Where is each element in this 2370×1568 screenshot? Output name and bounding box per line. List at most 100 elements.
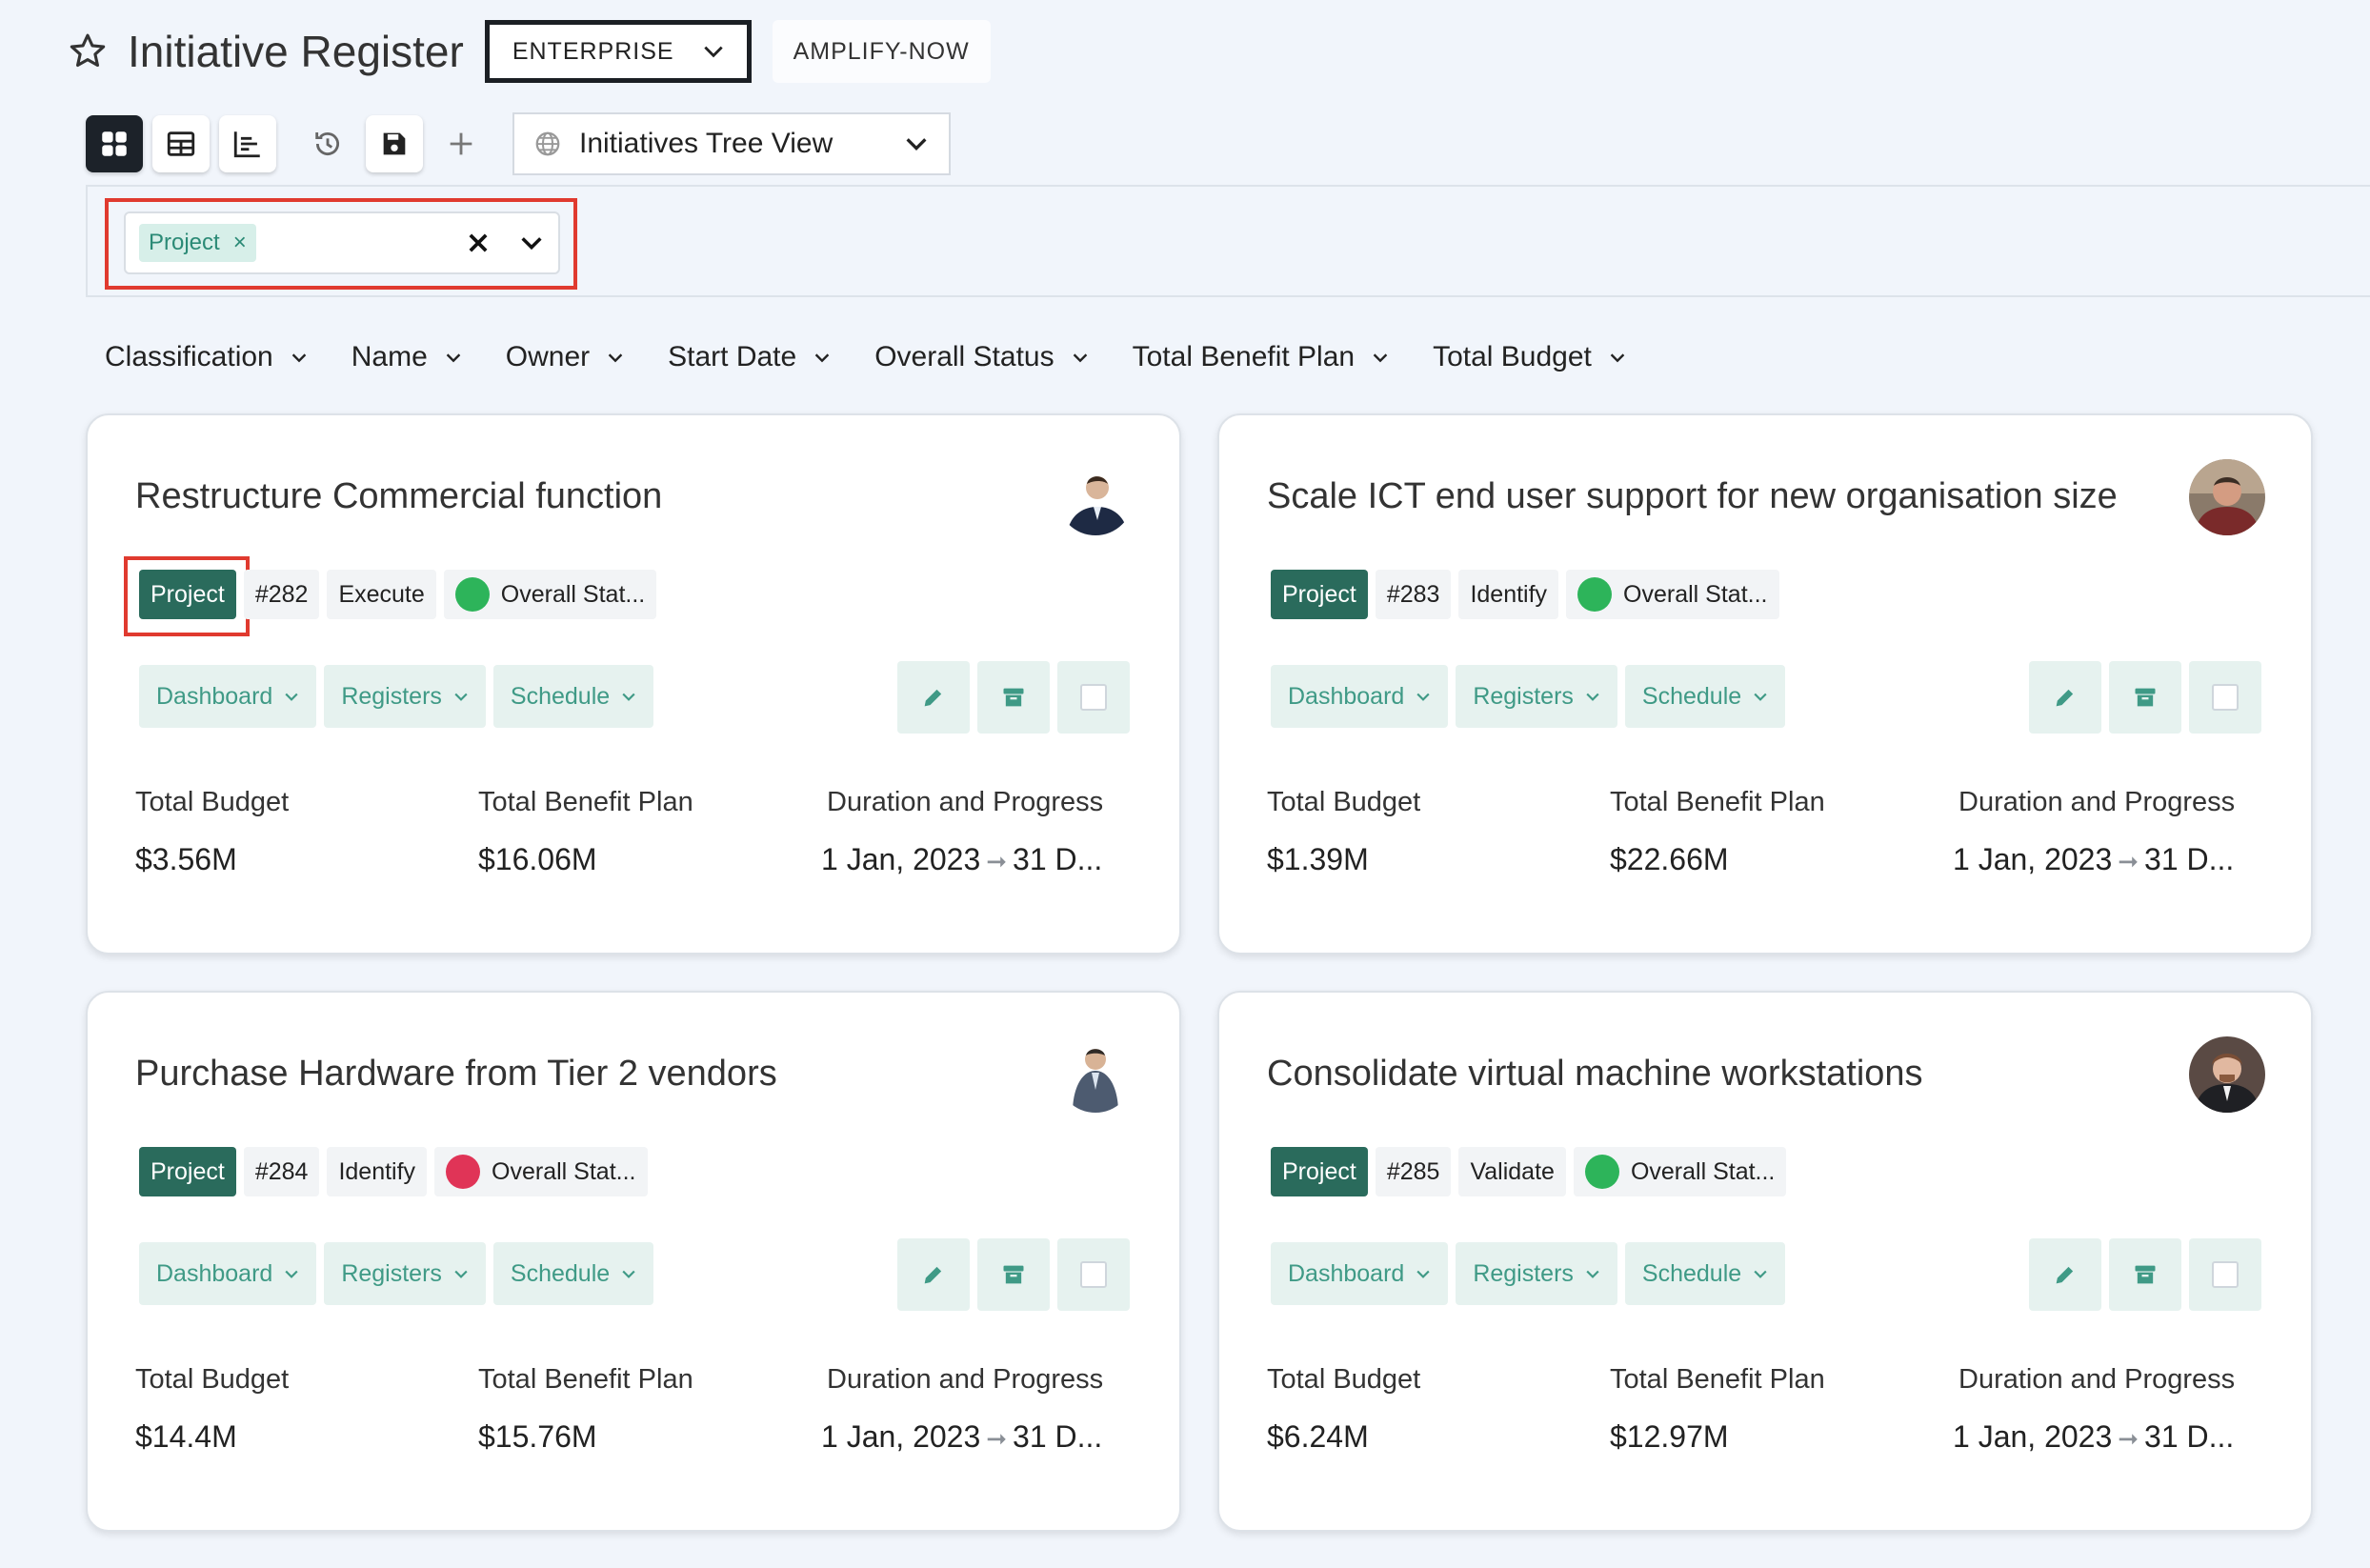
sort-total-benefit-plan[interactable]: Total Benefit Plan xyxy=(1133,341,1391,373)
owner-avatar[interactable] xyxy=(2189,1036,2265,1113)
card-title[interactable]: Scale ICT end user support for new organ… xyxy=(1267,476,2118,517)
schedule-label: Schedule xyxy=(1641,682,1742,710)
chevron-down-icon xyxy=(1073,353,1087,363)
duration-label: Duration and Progress xyxy=(1958,1364,2236,1395)
select-checkbox[interactable] xyxy=(2212,1261,2239,1288)
registers-button[interactable]: Registers xyxy=(324,1242,486,1305)
select-checkbox[interactable] xyxy=(1080,684,1107,711)
schedule-label: Schedule xyxy=(510,1259,611,1287)
classification-filter[interactable]: Project × xyxy=(124,211,560,274)
status-dot xyxy=(1584,1155,1619,1189)
initiative-card[interactable]: Scale ICT end user support for new organ… xyxy=(1217,413,2313,955)
save-view-button[interactable] xyxy=(366,115,423,172)
registers-label: Registers xyxy=(1473,1259,1574,1287)
dashboard-button[interactable]: Dashboard xyxy=(1271,665,1449,728)
chevron-down-icon xyxy=(608,353,623,363)
arrow-right-icon: ➞ xyxy=(986,1424,1008,1453)
edit-button[interactable] xyxy=(897,1238,970,1311)
chip-remove-icon[interactable]: × xyxy=(233,230,247,256)
chevron-down-icon xyxy=(1416,693,1430,701)
globe-icon xyxy=(535,131,560,156)
dashboard-button[interactable]: Dashboard xyxy=(139,665,317,728)
avatar-image xyxy=(2189,1036,2265,1113)
avatar-image xyxy=(2189,459,2265,535)
duration-value: 1 Jan, 2023 ➞ 31 D... xyxy=(821,1419,1102,1455)
owner-avatar[interactable] xyxy=(1057,1036,1134,1113)
stage-badge: Execute xyxy=(327,570,436,619)
sort-name[interactable]: Name xyxy=(351,341,464,373)
history-icon xyxy=(315,131,339,156)
initiative-card[interactable]: Restructure Commercial function Project … xyxy=(86,413,1181,955)
chevron-down-icon xyxy=(814,353,830,363)
schedule-button[interactable]: Schedule xyxy=(492,1242,654,1305)
sort-start-date[interactable]: Start Date xyxy=(668,341,833,373)
sort-owner[interactable]: Owner xyxy=(506,341,626,373)
grid-view-button[interactable] xyxy=(86,115,143,172)
select-checkbox[interactable] xyxy=(1080,1261,1107,1288)
owner-avatar[interactable] xyxy=(1057,459,1134,535)
end-date: 31 D... xyxy=(2144,1419,2235,1454)
schedule-button[interactable]: Schedule xyxy=(1624,1242,1786,1305)
card-title[interactable]: Purchase Hardware from Tier 2 vendors xyxy=(135,1054,777,1095)
archive-button[interactable] xyxy=(977,1238,1050,1311)
duration-label: Duration and Progress xyxy=(827,1364,1104,1395)
card-title[interactable]: Consolidate virtual machine workstations xyxy=(1267,1054,1923,1095)
archive-button[interactable] xyxy=(2109,1238,2181,1311)
schedule-button[interactable]: Schedule xyxy=(1624,665,1786,728)
workspace-tab-amplify[interactable]: AMPLIFY-NOW xyxy=(772,20,991,83)
select-checkbox[interactable] xyxy=(2212,684,2239,711)
registers-label: Registers xyxy=(341,682,442,710)
registers-button[interactable]: Registers xyxy=(1456,1242,1617,1305)
grid-icon xyxy=(102,131,127,156)
chevron-down-icon xyxy=(285,1270,298,1278)
type-badge: Project xyxy=(139,1147,236,1196)
total-benefit-value: $22.66M xyxy=(1610,842,1729,876)
schedule-button[interactable]: Schedule xyxy=(492,665,654,728)
id-badge: #284 xyxy=(243,1147,320,1196)
sort-total-budget[interactable]: Total Budget xyxy=(1433,341,1628,373)
card-title[interactable]: Restructure Commercial function xyxy=(135,476,662,517)
clear-filter-icon[interactable] xyxy=(465,230,492,256)
edit-button[interactable] xyxy=(2029,1238,2101,1311)
initiative-card[interactable]: Purchase Hardware from Tier 2 vendors Pr… xyxy=(86,991,1181,1532)
schedule-label: Schedule xyxy=(510,682,611,710)
card-tags: Project #283 Identify Overall Stat... xyxy=(1271,570,1787,619)
filter-chip-label: Project xyxy=(149,230,220,255)
total-budget-label: Total Budget xyxy=(135,787,290,817)
total-benefit-label: Total Benefit Plan xyxy=(1610,1364,1825,1395)
registers-button[interactable]: Registers xyxy=(1456,665,1617,728)
gantt-view-button[interactable] xyxy=(219,115,276,172)
owner-avatar[interactable] xyxy=(2189,459,2265,535)
type-badge: Project xyxy=(1271,570,1368,619)
view-select[interactable]: Initiatives Tree View xyxy=(512,112,951,175)
dashboard-button[interactable]: Dashboard xyxy=(139,1242,317,1305)
select-checkbox-wrapper xyxy=(1057,1238,1130,1311)
sort-overall-status[interactable]: Overall Status xyxy=(874,341,1090,373)
card-tools xyxy=(890,661,1130,734)
workspace-select[interactable]: ENTERPRISE xyxy=(484,20,752,83)
registers-button[interactable]: Registers xyxy=(324,665,486,728)
chevron-down-icon[interactable] xyxy=(518,230,545,256)
star-icon[interactable] xyxy=(67,30,109,72)
arrow-right-icon: ➞ xyxy=(2118,847,2139,875)
edit-button[interactable] xyxy=(2029,661,2101,734)
card-actions: Dashboard Registers Schedule xyxy=(139,1242,661,1305)
archive-button[interactable] xyxy=(977,661,1050,734)
type-badge: Project xyxy=(139,570,236,619)
sort-classification[interactable]: Classification xyxy=(105,341,310,373)
end-date: 31 D... xyxy=(2144,842,2235,876)
edit-button[interactable] xyxy=(897,661,970,734)
dashboard-button[interactable]: Dashboard xyxy=(1271,1242,1449,1305)
archive-icon xyxy=(2135,688,2156,707)
type-badge: Project xyxy=(1271,1147,1368,1196)
status-label: Overall Stat... xyxy=(1623,580,1768,608)
archive-button[interactable] xyxy=(2109,661,2181,734)
status-label: Overall Stat... xyxy=(500,580,646,608)
table-view-button[interactable] xyxy=(152,115,210,172)
initiative-card[interactable]: Consolidate virtual machine workstations… xyxy=(1217,991,2313,1532)
history-button[interactable] xyxy=(299,115,356,172)
view-toolbar: Initiatives Tree View xyxy=(86,112,951,175)
chevron-down-icon xyxy=(1754,1270,1767,1278)
add-view-button[interactable] xyxy=(432,115,490,172)
chevron-down-icon xyxy=(454,1270,468,1278)
